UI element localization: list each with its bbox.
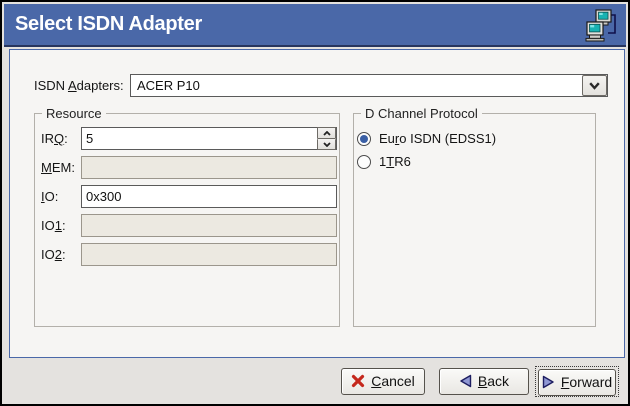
spin-up-button[interactable] bbox=[317, 127, 336, 139]
resource-group-title: Resource bbox=[42, 106, 106, 121]
cancel-x-icon bbox=[351, 374, 365, 388]
chevron-down-icon bbox=[589, 82, 600, 90]
d-channel-protocol-groupbox: D Channel Protocol Euro ISDN (EDSS1) 1TR… bbox=[353, 113, 596, 327]
irq-label: IRQ: bbox=[41, 131, 68, 146]
isdn-adapters-selected-value: ACER P10 bbox=[131, 78, 582, 93]
arrow-left-icon bbox=[459, 374, 472, 388]
io2-input bbox=[81, 243, 337, 266]
io1-input bbox=[81, 214, 337, 237]
dialog-button-bar: Cancel Back Forward bbox=[4, 358, 626, 404]
radio-euro-isdn-label: Euro ISDN (EDSS1) bbox=[379, 131, 496, 146]
irq-input[interactable] bbox=[81, 127, 337, 150]
cancel-button-label: Cancel bbox=[371, 373, 415, 389]
spin-up-icon bbox=[323, 131, 331, 136]
isdn-adapters-label: ISDN Adapters: bbox=[34, 78, 124, 93]
io-label: IO: bbox=[41, 189, 58, 204]
radio-1tr6-label: 1TR6 bbox=[379, 154, 411, 169]
d-channel-protocol-group-title: D Channel Protocol bbox=[361, 106, 482, 121]
radio-option-euro-isdn[interactable]: Euro ISDN (EDSS1) bbox=[357, 131, 496, 146]
back-button[interactable]: Back bbox=[439, 368, 529, 395]
forward-button[interactable]: Forward bbox=[538, 369, 616, 396]
back-button-label: Back bbox=[478, 373, 509, 389]
forward-button-label: Forward bbox=[561, 374, 612, 390]
io-input[interactable] bbox=[81, 185, 337, 208]
mem-label: MEM: bbox=[41, 160, 75, 175]
io2-label: IO2: bbox=[41, 247, 66, 262]
forward-button-focus-ring: Forward bbox=[535, 366, 619, 397]
cancel-button[interactable]: Cancel bbox=[341, 368, 425, 395]
radio-unselected-icon bbox=[357, 155, 371, 169]
dialog-titlebar: Select ISDN Adapter bbox=[4, 4, 626, 47]
isdn-adapter-dialog: Select ISDN Adapter ISDN Adapters bbox=[0, 0, 630, 406]
dialog-title: Select ISDN Adapter bbox=[4, 13, 202, 36]
io1-label: IO1: bbox=[41, 218, 66, 233]
dialog-content: ISDN Adapters: ACER P10 Resource IRQ: bbox=[9, 49, 625, 358]
arrow-right-icon bbox=[542, 375, 555, 389]
spin-down-icon bbox=[323, 142, 331, 147]
radio-option-1tr6[interactable]: 1TR6 bbox=[357, 154, 411, 169]
resource-groupbox: Resource IRQ: MEM: IO: IO1: IO2: bbox=[34, 113, 340, 327]
spin-down-button[interactable] bbox=[317, 139, 336, 150]
network-computers-icon bbox=[584, 7, 620, 45]
mem-input bbox=[81, 156, 337, 179]
isdn-adapters-combobox[interactable]: ACER P10 bbox=[130, 74, 608, 97]
irq-spinner bbox=[317, 127, 336, 150]
combobox-dropdown-button[interactable] bbox=[582, 75, 607, 96]
radio-selected-icon bbox=[357, 132, 371, 146]
